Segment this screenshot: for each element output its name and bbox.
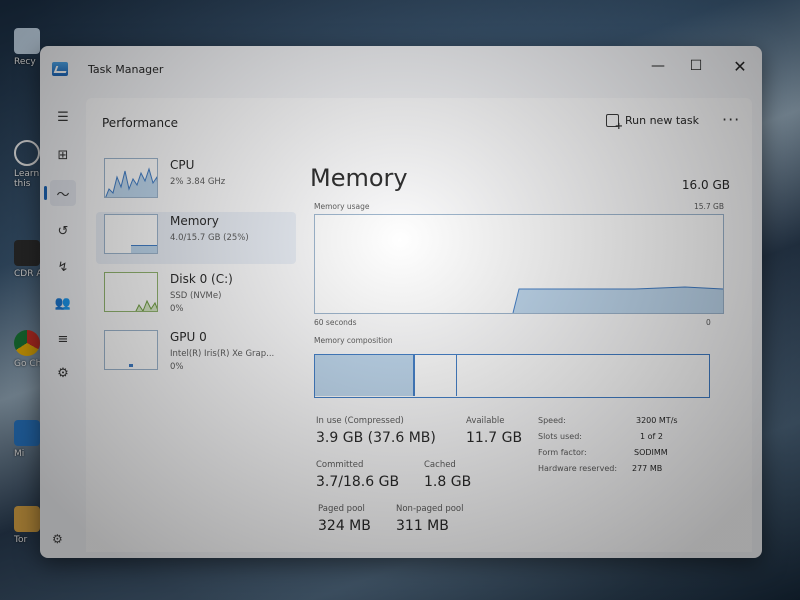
spec-form-label: Form factor: bbox=[538, 448, 587, 457]
chrome-icon bbox=[14, 330, 40, 356]
perf-item-memory[interactable]: Memory 4.0/15.7 GB (25%) bbox=[96, 212, 296, 264]
app-history-icon[interactable]: ↺ bbox=[50, 218, 76, 244]
graph-time-left: 60 seconds bbox=[314, 318, 357, 327]
in-use-label: In use (Compressed) bbox=[316, 416, 404, 426]
nonpaged-pool-label: Non-paged pool bbox=[396, 504, 464, 514]
cpu-sparkline bbox=[105, 167, 157, 197]
task-manager-icon bbox=[52, 62, 68, 76]
perf-item-detail-line: Intel(R) Iris(R) Xe Grap... bbox=[170, 349, 275, 359]
in-use-value: 3.9 GB (37.6 MB) bbox=[316, 430, 436, 446]
available-label: Available bbox=[466, 416, 505, 426]
paged-pool-label: Paged pool bbox=[318, 504, 365, 514]
disk-sparkline bbox=[135, 299, 157, 311]
perf-item-detail: Intel(R) Iris(R) Xe Grap... 0% bbox=[170, 348, 274, 374]
spec-slots-value: 1 of 2 bbox=[640, 432, 663, 441]
cpu-thumbnail-graph bbox=[104, 158, 158, 198]
desktop-icon-label: Learn this bbox=[14, 169, 40, 189]
composition-modified[interactable] bbox=[417, 355, 457, 396]
desktop-icon-label: Recy bbox=[14, 57, 36, 67]
startup-apps-icon[interactable]: ↯ bbox=[50, 254, 76, 280]
folder-icon bbox=[14, 506, 40, 532]
recycle-bin-icon bbox=[14, 28, 40, 54]
paged-pool-value: 324 MB bbox=[318, 518, 371, 534]
perf-item-gpu[interactable]: GPU 0 Intel(R) Iris(R) Xe Grap... 0% bbox=[96, 328, 296, 380]
perf-item-detail-line: SSD (NVMe) bbox=[170, 291, 222, 301]
title-bar[interactable]: Task Manager — ☐ ✕ bbox=[40, 46, 762, 94]
perf-item-detail-line: 0% bbox=[170, 362, 184, 372]
memory-usage-label: Memory usage bbox=[314, 202, 370, 211]
spec-reserved-label: Hardware reserved: bbox=[538, 464, 618, 473]
disk-thumbnail-graph bbox=[104, 272, 158, 312]
memory-composition-label: Memory composition bbox=[314, 336, 393, 345]
available-value: 11.7 GB bbox=[466, 430, 523, 446]
perf-item-name: GPU 0 bbox=[170, 330, 207, 344]
perf-item-detail: 4.0/15.7 GB (25%) bbox=[170, 233, 249, 243]
spec-reserved-value: 277 MB bbox=[632, 464, 663, 473]
services-icon[interactable]: ⚙ bbox=[50, 360, 76, 386]
perf-item-disk[interactable]: Disk 0 (C:) SSD (NVMe) 0% bbox=[96, 270, 296, 322]
run-new-task-label: Run new task bbox=[625, 114, 699, 127]
task-manager-window: Task Manager — ☐ ✕ ☰ ⊞ 〜 ↺ ↯ 👥 ≡ ⚙ ⚙ Per… bbox=[40, 46, 762, 558]
composition-in-use[interactable] bbox=[315, 355, 415, 396]
memory-detail: Memory 16.0 GB Memory usage 15.7 GB 60 s… bbox=[306, 156, 746, 546]
memory-composition-bar bbox=[314, 354, 710, 398]
run-new-task-button[interactable]: Run new task bbox=[606, 114, 699, 132]
perf-item-detail-line: 0% bbox=[170, 304, 184, 314]
nonpaged-pool-value: 311 MB bbox=[396, 518, 449, 534]
details-icon[interactable]: ≡ bbox=[50, 326, 76, 352]
close-button[interactable]: ✕ bbox=[720, 52, 760, 80]
memory-thumbnail-graph bbox=[104, 214, 158, 254]
maximize-button[interactable]: ☐ bbox=[676, 52, 716, 80]
app-icon bbox=[14, 420, 40, 446]
spec-form-value: SODIMM bbox=[634, 448, 668, 457]
learn-icon bbox=[14, 140, 40, 166]
processes-icon[interactable]: ⊞ bbox=[50, 142, 76, 168]
perf-item-detail: 2% 3.84 GHz bbox=[170, 177, 226, 187]
perf-item-name: CPU bbox=[170, 158, 195, 172]
memory-total: 16.0 GB bbox=[681, 178, 730, 192]
spec-speed-label: Speed: bbox=[538, 416, 566, 425]
more-options-icon[interactable]: ··· bbox=[722, 110, 740, 129]
committed-label: Committed bbox=[316, 460, 364, 470]
performance-icon[interactable]: 〜 bbox=[44, 180, 76, 206]
memory-usage-line bbox=[512, 286, 724, 314]
spec-speed-value: 3200 MT/s bbox=[636, 416, 678, 425]
spec-slots-label: Slots used: bbox=[538, 432, 582, 441]
memory-heading: Memory bbox=[310, 164, 408, 192]
perf-item-detail: SSD (NVMe) 0% bbox=[170, 290, 221, 316]
performance-panel: Performance Run new task ··· CPU 2% 3.84… bbox=[86, 98, 752, 552]
committed-value: 3.7/18.6 GB bbox=[316, 474, 400, 490]
run-task-icon bbox=[606, 114, 623, 132]
memory-usage-max: 15.7 GB bbox=[693, 202, 724, 211]
desktop-icon-label: Mi bbox=[14, 449, 25, 459]
cdr-icon bbox=[14, 240, 40, 266]
graph-time-right: 0 bbox=[706, 318, 711, 327]
perf-item-name: Disk 0 (C:) bbox=[170, 272, 233, 286]
perf-item-name: Memory bbox=[170, 214, 219, 228]
cached-value: 1.8 GB bbox=[424, 474, 472, 490]
nav-sidebar: ☰ ⊞ 〜 ↺ ↯ 👥 ≡ ⚙ ⚙ bbox=[40, 94, 84, 558]
gpu-thumbnail-graph bbox=[104, 330, 158, 370]
minimize-button[interactable]: — bbox=[638, 52, 678, 80]
desktop-icon-label: Tor bbox=[14, 535, 28, 545]
memory-usage-graph bbox=[314, 214, 724, 314]
users-icon[interactable]: 👥 bbox=[50, 290, 76, 316]
desktop-icon-label: Go Ch bbox=[14, 359, 42, 369]
cached-label: Cached bbox=[424, 460, 456, 470]
hamburger-icon[interactable]: ☰ bbox=[50, 104, 76, 130]
settings-icon[interactable]: ⚙ bbox=[52, 532, 63, 546]
perf-item-cpu[interactable]: CPU 2% 3.84 GHz bbox=[96, 156, 296, 208]
window-title: Task Manager bbox=[88, 63, 164, 76]
page-title: Performance bbox=[102, 116, 179, 130]
